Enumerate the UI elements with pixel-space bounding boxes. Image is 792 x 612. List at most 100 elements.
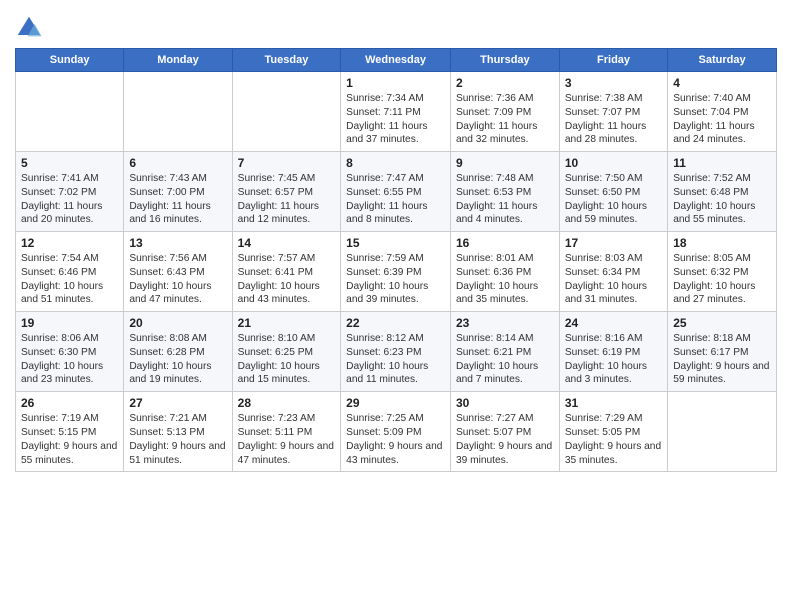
logo: [15, 14, 47, 42]
day-info: Sunrise: 8:14 AM Sunset: 6:21 PM Dayligh…: [456, 332, 554, 387]
day-info: Sunrise: 8:08 AM Sunset: 6:28 PM Dayligh…: [129, 332, 226, 387]
calendar-cell: 1 Sunrise: 7:34 AM Sunset: 7:11 PM Daylig…: [341, 72, 451, 152]
header-day-sunday: Sunday: [16, 49, 124, 72]
week-row-2: 12 Sunrise: 7:54 AM Sunset: 6:46 PM Dayli…: [16, 232, 777, 312]
header-day-thursday: Thursday: [450, 49, 559, 72]
day-info: Sunrise: 7:21 AM Sunset: 5:13 PM Dayligh…: [129, 412, 226, 467]
day-info: Sunrise: 7:52 AM Sunset: 6:48 PM Dayligh…: [673, 172, 771, 227]
day-info: Sunrise: 7:36 AM Sunset: 7:09 PM Dayligh…: [456, 92, 554, 147]
day-info: Sunrise: 7:47 AM Sunset: 6:55 PM Dayligh…: [346, 172, 445, 227]
day-number: 14: [238, 236, 336, 250]
calendar-cell: 13 Sunrise: 7:56 AM Sunset: 6:43 PM Dayli…: [124, 232, 232, 312]
day-number: 12: [21, 236, 118, 250]
day-info: Sunrise: 7:54 AM Sunset: 6:46 PM Dayligh…: [21, 252, 118, 307]
header-row: SundayMondayTuesdayWednesdayThursdayFrid…: [16, 49, 777, 72]
header-day-friday: Friday: [559, 49, 667, 72]
calendar-cell: 24Sunrise: 8:16 AM Sunset: 6:19 PM Dayli…: [559, 312, 667, 392]
day-info: Sunrise: 7:23 AM Sunset: 5:11 PM Dayligh…: [238, 412, 336, 467]
calendar-cell: 27 Sunrise: 7:21 AM Sunset: 5:13 PM Dayli…: [124, 392, 232, 472]
day-info: Sunrise: 7:57 AM Sunset: 6:41 PM Dayligh…: [238, 252, 336, 307]
calendar-cell: 9 Sunrise: 7:48 AM Sunset: 6:53 PM Daylig…: [450, 152, 559, 232]
day-number: 17: [565, 236, 662, 250]
calendar-cell: 31 Sunrise: 7:29 AM Sunset: 5:05 PM Dayli…: [559, 392, 667, 472]
calendar-cell: 17Sunrise: 8:03 AM Sunset: 6:34 PM Dayli…: [559, 232, 667, 312]
calendar-cell: 12 Sunrise: 7:54 AM Sunset: 6:46 PM Dayli…: [16, 232, 124, 312]
calendar-cell: 5 Sunrise: 7:41 AM Sunset: 7:02 PM Daylig…: [16, 152, 124, 232]
day-number: 6: [129, 156, 226, 170]
calendar-cell: 7Sunrise: 7:45 AM Sunset: 6:57 PM Daylig…: [232, 152, 341, 232]
day-number: 16: [456, 236, 554, 250]
calendar-cell: [16, 72, 124, 152]
calendar-cell: 19 Sunrise: 8:06 AM Sunset: 6:30 PM Dayli…: [16, 312, 124, 392]
day-info: Sunrise: 7:41 AM Sunset: 7:02 PM Dayligh…: [21, 172, 118, 227]
calendar-cell: 4Sunrise: 7:40 AM Sunset: 7:04 PM Daylig…: [668, 72, 777, 152]
day-info: Sunrise: 7:29 AM Sunset: 5:05 PM Dayligh…: [565, 412, 662, 467]
day-info: Sunrise: 7:45 AM Sunset: 6:57 PM Dayligh…: [238, 172, 336, 227]
day-number: 10: [565, 156, 662, 170]
day-number: 27: [129, 396, 226, 410]
day-number: 4: [673, 76, 771, 90]
day-number: 2: [456, 76, 554, 90]
day-info: Sunrise: 8:10 AM Sunset: 6:25 PM Dayligh…: [238, 332, 336, 387]
calendar-cell: 18 Sunrise: 8:05 AM Sunset: 6:32 PM Dayli…: [668, 232, 777, 312]
calendar-cell: 10Sunrise: 7:50 AM Sunset: 6:50 PM Dayli…: [559, 152, 667, 232]
day-number: 20: [129, 316, 226, 330]
day-info: Sunrise: 7:38 AM Sunset: 7:07 PM Dayligh…: [565, 92, 662, 147]
day-info: Sunrise: 8:05 AM Sunset: 6:32 PM Dayligh…: [673, 252, 771, 307]
day-number: 21: [238, 316, 336, 330]
day-number: 8: [346, 156, 445, 170]
calendar-cell: 29 Sunrise: 7:25 AM Sunset: 5:09 PM Dayli…: [341, 392, 451, 472]
calendar-cell: 11 Sunrise: 7:52 AM Sunset: 6:48 PM Dayli…: [668, 152, 777, 232]
day-info: Sunrise: 8:06 AM Sunset: 6:30 PM Dayligh…: [21, 332, 118, 387]
day-number: 19: [21, 316, 118, 330]
day-info: Sunrise: 8:18 AM Sunset: 6:17 PM Dayligh…: [673, 332, 771, 387]
header-day-wednesday: Wednesday: [341, 49, 451, 72]
header: [15, 10, 777, 42]
day-number: 15: [346, 236, 445, 250]
day-number: 22: [346, 316, 445, 330]
day-info: Sunrise: 8:01 AM Sunset: 6:36 PM Dayligh…: [456, 252, 554, 307]
calendar-cell: 21 Sunrise: 8:10 AM Sunset: 6:25 PM Dayli…: [232, 312, 341, 392]
calendar-table: SundayMondayTuesdayWednesdayThursdayFrid…: [15, 48, 777, 472]
page: SundayMondayTuesdayWednesdayThursdayFrid…: [0, 0, 792, 612]
calendar-cell: 25 Sunrise: 8:18 AM Sunset: 6:17 PM Dayli…: [668, 312, 777, 392]
day-info: Sunrise: 7:43 AM Sunset: 7:00 PM Dayligh…: [129, 172, 226, 227]
week-row-4: 26 Sunrise: 7:19 AM Sunset: 5:15 PM Dayli…: [16, 392, 777, 472]
day-info: Sunrise: 7:25 AM Sunset: 5:09 PM Dayligh…: [346, 412, 445, 467]
day-number: 24: [565, 316, 662, 330]
calendar-cell: 16 Sunrise: 8:01 AM Sunset: 6:36 PM Dayli…: [450, 232, 559, 312]
logo-icon: [15, 14, 43, 42]
day-number: 13: [129, 236, 226, 250]
day-info: Sunrise: 7:59 AM Sunset: 6:39 PM Dayligh…: [346, 252, 445, 307]
day-number: 25: [673, 316, 771, 330]
header-day-saturday: Saturday: [668, 49, 777, 72]
day-number: 26: [21, 396, 118, 410]
day-info: Sunrise: 7:34 AM Sunset: 7:11 PM Dayligh…: [346, 92, 445, 147]
day-info: Sunrise: 7:19 AM Sunset: 5:15 PM Dayligh…: [21, 412, 118, 467]
day-number: 3: [565, 76, 662, 90]
calendar-cell: 28Sunrise: 7:23 AM Sunset: 5:11 PM Dayli…: [232, 392, 341, 472]
calendar-cell: 23Sunrise: 8:14 AM Sunset: 6:21 PM Dayli…: [450, 312, 559, 392]
calendar-cell: 30Sunrise: 7:27 AM Sunset: 5:07 PM Dayli…: [450, 392, 559, 472]
calendar-cell: 26 Sunrise: 7:19 AM Sunset: 5:15 PM Dayli…: [16, 392, 124, 472]
calendar-cell: 15 Sunrise: 7:59 AM Sunset: 6:39 PM Dayli…: [341, 232, 451, 312]
calendar-cell: 20 Sunrise: 8:08 AM Sunset: 6:28 PM Dayli…: [124, 312, 232, 392]
calendar-body: 1 Sunrise: 7:34 AM Sunset: 7:11 PM Daylig…: [16, 72, 777, 472]
day-number: 5: [21, 156, 118, 170]
calendar-cell: 14 Sunrise: 7:57 AM Sunset: 6:41 PM Dayli…: [232, 232, 341, 312]
day-info: Sunrise: 7:56 AM Sunset: 6:43 PM Dayligh…: [129, 252, 226, 307]
week-row-1: 5 Sunrise: 7:41 AM Sunset: 7:02 PM Daylig…: [16, 152, 777, 232]
calendar-cell: [124, 72, 232, 152]
day-number: 31: [565, 396, 662, 410]
calendar-cell: 22Sunrise: 8:12 AM Sunset: 6:23 PM Dayli…: [341, 312, 451, 392]
day-number: 9: [456, 156, 554, 170]
day-info: Sunrise: 7:48 AM Sunset: 6:53 PM Dayligh…: [456, 172, 554, 227]
day-number: 29: [346, 396, 445, 410]
header-day-tuesday: Tuesday: [232, 49, 341, 72]
day-number: 18: [673, 236, 771, 250]
calendar-cell: [232, 72, 341, 152]
day-number: 11: [673, 156, 771, 170]
day-number: 1: [346, 76, 445, 90]
calendar-cell: 3 Sunrise: 7:38 AM Sunset: 7:07 PM Daylig…: [559, 72, 667, 152]
week-row-3: 19 Sunrise: 8:06 AM Sunset: 6:30 PM Dayli…: [16, 312, 777, 392]
